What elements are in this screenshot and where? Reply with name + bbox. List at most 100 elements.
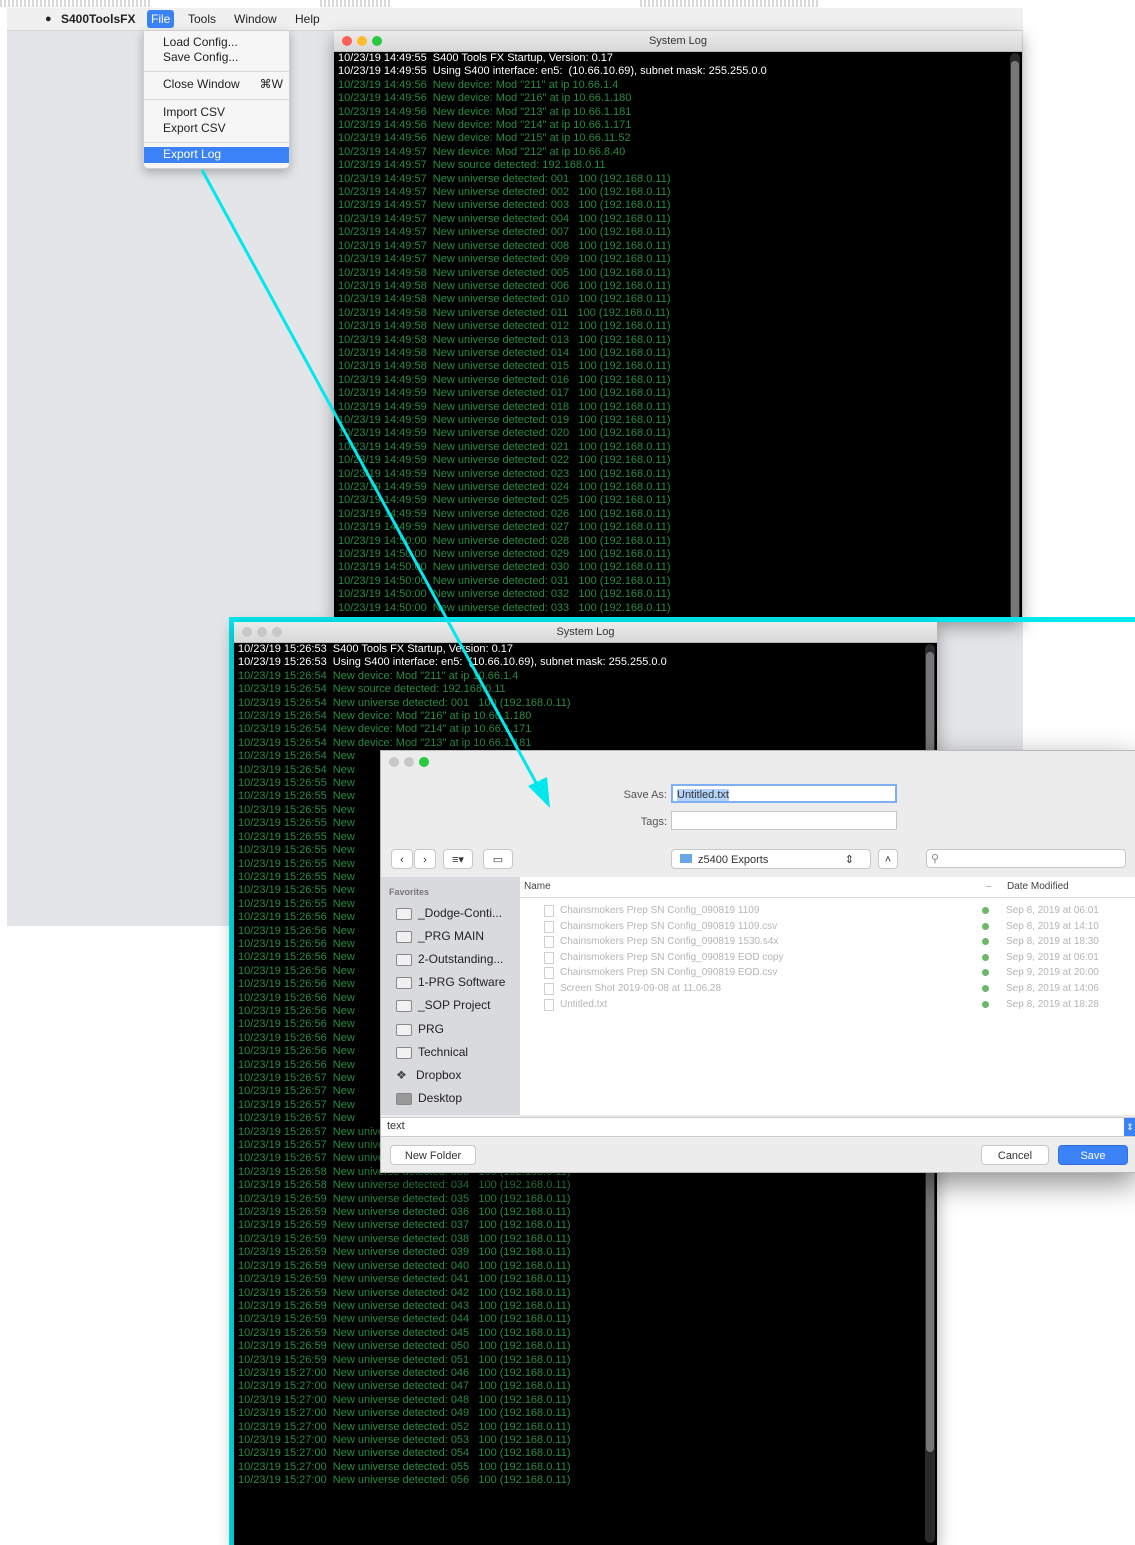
new-folder-icon[interactable]: ▭ [483,849,513,869]
dropbox-icon: ❖ [396,1068,407,1082]
log-line: 10/23/19 14:49:59 New universe detected:… [338,507,671,520]
log-line: 10/23/19 14:49:57 New source detected: 1… [338,159,606,172]
app-menu[interactable]: S400ToolsFX [57,10,139,28]
log-line: 10/23/19 14:49:59 New universe detected:… [338,440,671,453]
log-line: 10/23/19 14:49:57 New universe detected:… [338,172,671,185]
sidebar-item-prg-software[interactable]: 1-PRG Software [396,972,505,992]
search-input[interactable]: ⚲ [926,849,1126,868]
menu-item-import-csv[interactable]: Import CSV [144,105,289,120]
sidebar-item-sop-project[interactable]: _SOP Project [396,995,490,1015]
sidebar-item-label: Desktop [418,1091,463,1105]
sidebar-item-dropbox[interactable]: ❖ Dropbox [396,1065,461,1085]
sidebar-item-desktop[interactable]: Desktop [396,1088,462,1108]
log-line: 10/23/19 14:49:55 S400 Tools FX Startup,… [338,52,613,64]
log-line: 10/23/19 15:26:54 New device: Mod "214" … [238,723,532,736]
column-header-name[interactable]: Name [524,877,551,897]
sidebar-item-dodge[interactable]: _Dodge-Conti... [396,903,502,923]
log-line: 10/23/19 14:50:00 New universe detected:… [338,574,671,587]
sidebar-item-label: Technical [418,1045,469,1059]
close-icon[interactable] [389,757,399,767]
file-icon [544,998,554,1011]
log-line: 10/23/19 14:49:59 New universe detected:… [338,373,671,386]
file-row[interactable]: Chainsmokers Prep SN Config_090819 1109 S… [520,903,1135,918]
file-row[interactable]: Chainsmokers Prep SN Config_090819 1530.… [520,934,1135,949]
file-date: Sep 8, 2019 at 06:01 [1006,905,1099,916]
file-date: Sep 9, 2019 at 06:01 [1006,951,1099,963]
close-icon[interactable] [242,627,252,637]
file-row[interactable]: Chainsmokers Prep SN Config_090819 EOD c… [520,950,1135,965]
forward-button[interactable]: › [414,849,436,869]
view-options-icon[interactable]: ≡▾ [443,849,473,869]
save-button[interactable]: Save [1058,1145,1128,1165]
scrollbar-thumb[interactable] [1011,61,1019,621]
location-dropdown[interactable]: z5400 Exports ⇕ [671,849,871,869]
log-line: 10/23/19 14:49:56 New device: Mod "211" … [338,78,619,91]
menu-tools[interactable]: Tools [184,10,220,28]
menu-item-close-window[interactable]: Close Window ⌘W [144,77,289,92]
log-text-area[interactable]: 10/23/19 14:49:55 S400 Tools FX Startup,… [338,52,1006,621]
menu-file[interactable]: File [147,10,175,28]
file-date: Sep 8, 2019 at 18:30 [1006,936,1099,948]
menu-item-export-csv[interactable]: Export CSV [144,121,289,136]
sidebar-item-label: Dropbox [416,1068,462,1082]
log-line: 10/23/19 15:27:00 New universe detected:… [238,1433,571,1446]
file-name: Chainsmokers Prep SN Config_090819 EOD c… [560,951,784,963]
sync-status-icon [982,985,989,992]
top-deco-strip [0,0,150,7]
file-name: Chainsmokers Prep SN Config_090819 1530.… [560,936,779,948]
log-line: 10/23/19 15:26:59 New universe detected:… [238,1192,571,1205]
log-line: 10/23/19 14:49:56 New device: Mod "214" … [338,119,632,132]
menu-window[interactable]: Window [230,10,281,28]
minimize-icon[interactable] [404,757,414,767]
save-dialog: Save As: Untitled.txt Tags: ‹ › ≡▾ ▭ z54… [380,750,1135,1173]
log-line: 10/23/19 15:27:00 New universe detected:… [238,1407,571,1420]
log-line: 10/23/19 15:26:53 Using S400 interface: … [238,656,667,669]
menu-item-load-config[interactable]: Load Config... [144,35,289,50]
top-deco-strip [320,0,390,7]
minimize-icon[interactable] [357,36,367,46]
log-line: 10/23/19 14:49:57 New universe detected:… [338,253,671,266]
zoom-icon[interactable] [272,627,282,637]
minimize-icon[interactable] [257,627,267,637]
format-popup[interactable]: text ⇕ [381,1117,1135,1137]
file-name: Untitled.txt [560,998,608,1010]
collapse-button[interactable]: ˄ [878,849,898,869]
new-folder-button[interactable]: New Folder [390,1145,476,1165]
menu-item-save-config[interactable]: Save Config... [144,50,289,65]
sidebar-item-label: _PRG MAIN [418,929,485,943]
file-row[interactable]: Chainsmokers Prep SN Config_090819 EOD.c… [520,965,1135,980]
menu-help[interactable]: Help [291,10,324,28]
tags-input[interactable] [671,811,897,830]
log-line: 10/23/19 15:26:59 New universe detected:… [238,1246,571,1259]
sync-status-icon [982,1000,989,1008]
back-button[interactable]: ‹ [391,849,413,869]
log-line: 10/23/19 14:49:57 New device: Mod "212" … [338,145,626,158]
log-line: 10/23/19 15:26:59 New universe detected:… [238,1286,571,1299]
log-line: 10/23/19 14:49:58 New universe detected:… [338,279,671,292]
sidebar-item-outstanding[interactable]: 2-Outstanding... [396,949,503,969]
log-line: 10/23/19 15:26:59 New universe detected:… [238,1340,571,1353]
menu-item-export-log[interactable]: Export Log [144,147,289,163]
sidebar-item-prg-main[interactable]: _PRG MAIN [396,926,484,946]
cancel-button[interactable]: Cancel [981,1145,1049,1165]
apple-icon[interactable]: ● [41,10,56,28]
save-as-input[interactable]: Untitled.txt [671,784,897,803]
sidebar-item-label: _SOP Project [418,998,491,1012]
scrollbar[interactable] [1010,53,1020,621]
favorites-header: Favorites [389,887,430,897]
file-date: Sep 8, 2019 at 14:06 [1006,983,1099,994]
log-line: 10/23/19 15:26:59 New universe detected:… [238,1206,571,1219]
file-row[interactable]: Screen Shot 2019-09-08 at 11.06.28 Sep 8,… [520,981,1135,996]
folder-icon [396,1023,412,1036]
sidebar-item-label: PRG [418,1022,445,1036]
file-icon [544,905,554,917]
close-icon[interactable] [342,36,352,46]
log-line: 10/23/19 15:26:54 New universe detected:… [238,696,571,709]
sidebar-item-technical[interactable]: Technical [396,1042,468,1062]
zoom-icon[interactable] [419,757,429,767]
file-row[interactable]: Untitled.txt Sep 8, 2019 at 18:28 [520,997,1135,1012]
column-header-date[interactable]: Date Modified [1007,877,1069,897]
file-row[interactable]: Chainsmokers Prep SN Config_090819 1109.… [520,919,1135,934]
sidebar-item-prg[interactable]: PRG [396,1019,444,1039]
zoom-icon[interactable] [372,36,382,46]
